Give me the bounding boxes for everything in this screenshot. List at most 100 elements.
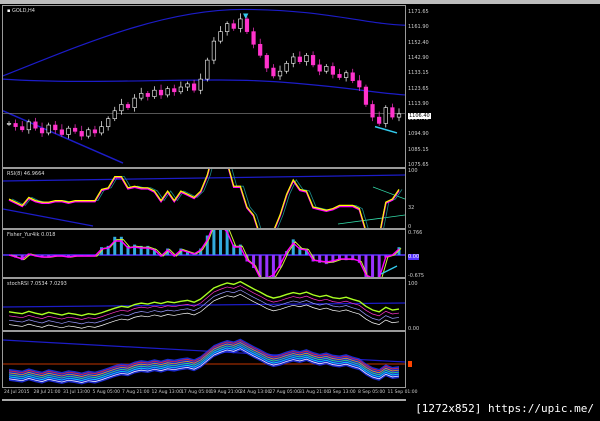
candle-body [390,107,395,118]
candle-body [264,55,269,69]
rsi-label: RSI(8) 46.9664 [7,171,45,177]
candle-body [211,40,217,61]
stoch-panel[interactable]: stochRSI 7.0534 7.0293 [2,278,406,331]
fisher-axis-min: -0.675 [408,273,425,279]
candle-body [158,89,164,96]
fisher-histogram-bar [212,230,216,255]
candle-body [271,67,276,77]
candle-body [132,97,137,108]
rsi-chart[interactable] [3,169,405,228]
current-price-label: 1106.40 [408,113,431,119]
candle-body [39,127,45,134]
candle-body [238,18,243,29]
candle-body [357,80,362,88]
time-label: 12 Aug 13:00 [151,390,182,395]
candle-body [86,129,91,137]
rsi-trend-line-upper [3,174,405,182]
price-axis-label: 1152.40 [408,39,429,46]
candle-body [251,31,256,45]
candle-body [317,64,322,72]
candle-body [172,88,177,93]
candle-body [46,124,51,134]
time-label: 27 Aug 05:00 [269,390,300,395]
rsi-axis-max: 100 [408,168,418,174]
fisher-panel[interactable]: Fisher_Yur4ik 0.018 [2,229,406,278]
stoch-fast-line [8,280,400,317]
fisher-histogram-bar [265,255,269,277]
price-axis-label: 1113.90 [408,100,429,107]
fisher-chart[interactable] [3,230,405,277]
candle-body [152,89,157,97]
candle-body [383,107,388,124]
candle-body [191,83,197,91]
fisher-axis-zero: 0.00 [408,254,420,260]
candle-body [106,118,111,127]
stoch-slow-line [8,293,400,329]
fisher-histogram-bar [219,230,223,255]
candle-body [258,43,263,56]
candle-body [79,131,84,137]
divergence-arrow [374,125,398,134]
fisher-line [8,230,400,277]
trend-channel-line [3,110,124,164]
time-label: 24 Jul 2015 [4,390,30,395]
time-label: 31 Aug 21:00 [299,390,330,395]
watermark: [1272x852] https://upic.me/ [415,402,594,415]
time-label: 7 Aug 21:00 [122,390,150,395]
candle-body [125,104,131,108]
time-label: 19 Aug 21:00 [210,390,241,395]
ribbon-chart[interactable] [3,332,405,387]
candle-body [6,123,12,125]
price-axis-label: 1142.90 [408,54,429,61]
candle-body [297,56,302,62]
rsi-axis-mid: 32 [408,205,415,211]
time-axis: 24 Jul 2015 28 Jul 21:00 31 Jul 13:00 5 Aug… [2,389,418,399]
candle-body [20,126,25,131]
moving-average-line [3,78,405,96]
candle-body [112,110,117,119]
stoch-label: stochRSI 7.0534 7.0293 [7,281,67,287]
price-chart-panel[interactable]: ▼ ▪ GOLD,H4 [2,5,406,168]
candle-body [33,121,38,129]
envelope-upper-line [3,8,405,77]
candle-body [165,88,170,96]
chart-menu-icon[interactable]: ▪ [7,8,10,14]
window-top-border [0,0,600,4]
candle-body [284,62,289,72]
candle-body [244,18,250,32]
stoch-axis-max: 100 [408,281,418,287]
time-label: 24 Aug 13:00 [240,390,271,395]
candle-body [377,116,382,124]
candle-body [225,23,230,32]
candle-body [139,93,144,99]
chart-scrollbar[interactable] [2,399,406,401]
candle-body [363,86,369,105]
rsi-panel[interactable]: RSI(8) 46.9664 [2,168,406,229]
candle-body [350,72,355,81]
candle-body [119,104,124,112]
symbol-label: ▪ GOLD,H4 [7,8,35,14]
candle-body [324,66,329,72]
candle-body [145,93,150,97]
fisher-label: Fisher_Yur4ik 0.018 [7,232,56,238]
candle-body [370,104,375,118]
candle-body [59,129,64,135]
price-axis-label: 1123.65 [408,85,429,92]
time-label: 8 Sep 05:00 [358,390,386,395]
level-marker [408,361,412,367]
time-label: 28 Jul 21:00 [33,390,61,395]
candle-body [178,86,183,93]
candle-body [304,55,309,62]
candle-body [218,31,223,42]
candle-body [396,113,402,118]
ribbon-panel[interactable] [2,331,406,388]
stoch-slow-line [8,285,400,320]
price-chart[interactable]: ▼ [3,6,405,167]
time-label: 3 Sep 13:00 [328,390,356,395]
candle-body [92,129,98,134]
candle-body [205,59,210,80]
symbol-text: GOLD,H4 [11,8,35,14]
stoch-axis-min: 0.00 [408,326,420,332]
candle-body [99,126,104,134]
candle-body [13,123,18,127]
